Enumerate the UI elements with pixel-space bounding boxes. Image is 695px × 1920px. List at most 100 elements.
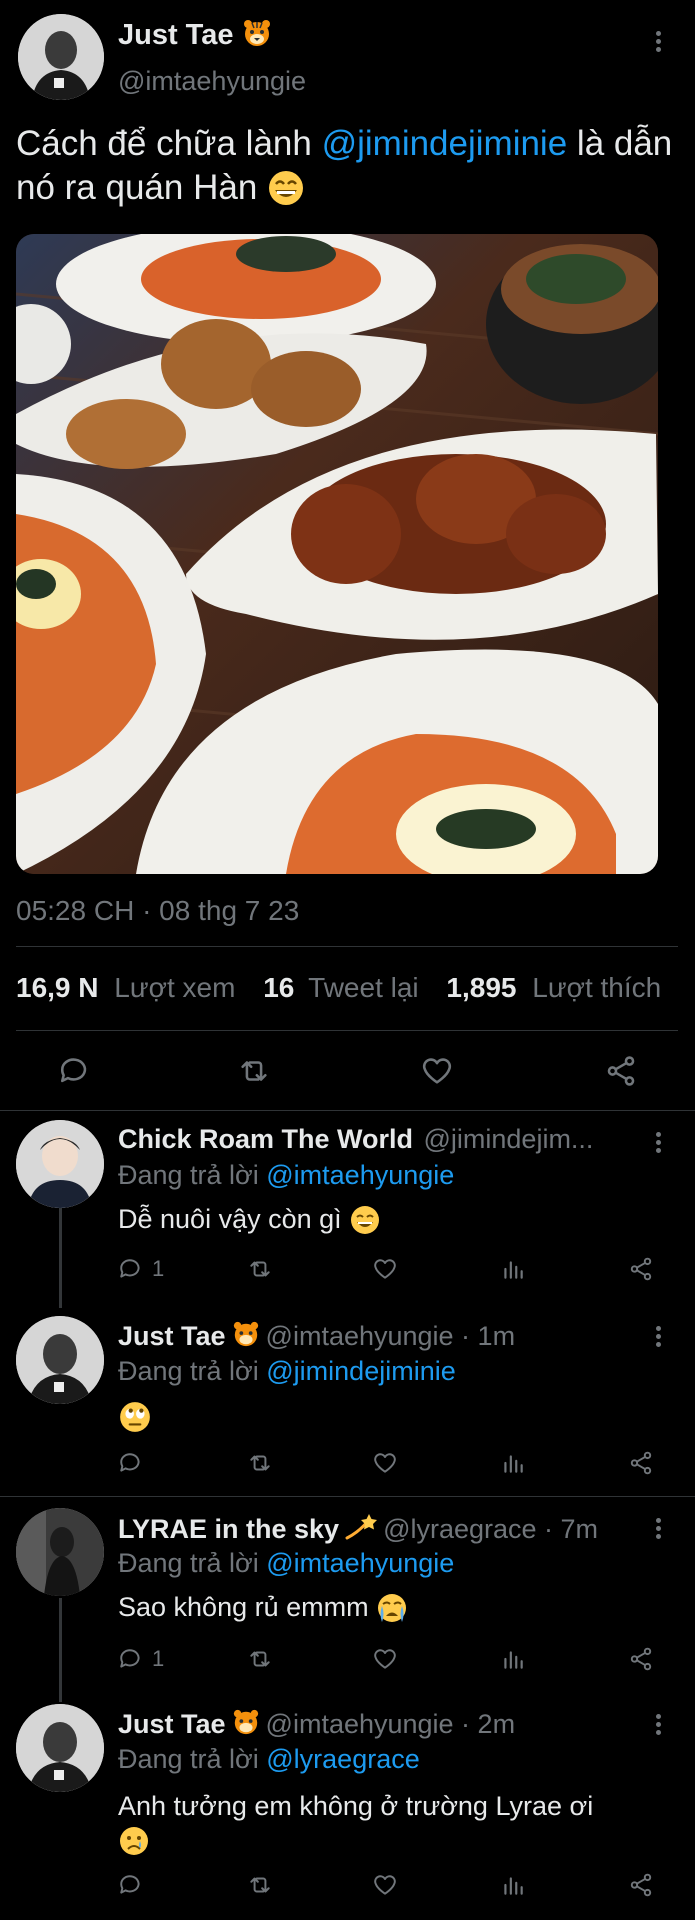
share-icon[interactable]	[628, 1646, 654, 1672]
tweet-timestamp[interactable]: 05:28 CH · 08 thg 7 23	[16, 895, 299, 927]
replying-to: Đang trả lời @imtaehyungie	[118, 1548, 454, 1579]
like-icon[interactable]	[420, 1054, 454, 1088]
share-action[interactable]	[628, 1256, 654, 1282]
replying-to: Đang trả lời @jimindejiminie	[118, 1356, 456, 1387]
grinning-face-icon	[267, 168, 305, 212]
reply-action[interactable]	[118, 1450, 152, 1476]
analytics-action[interactable]	[500, 1450, 526, 1476]
handle[interactable]: @lyraegrace · 7m	[383, 1514, 598, 1545]
avatar[interactable]	[16, 1508, 104, 1596]
retweets-stat[interactable]: 16 Tweet lại	[263, 972, 426, 1003]
like-icon[interactable]	[372, 1872, 398, 1898]
tiger-face-icon	[232, 1320, 260, 1353]
tweet-image[interactable]	[16, 234, 658, 874]
reply-count: 1	[152, 1646, 165, 1671]
analytics-icon[interactable]	[500, 1646, 526, 1672]
like-action[interactable]	[372, 1646, 398, 1672]
reply-text: Sao không rủ emmm	[118, 1592, 408, 1625]
share-icon[interactable]	[628, 1256, 654, 1282]
replying-to-label: Đang trả lời	[118, 1548, 267, 1578]
display-name[interactable]: Just Tae	[118, 1321, 226, 1352]
retweet-icon[interactable]	[246, 1256, 274, 1282]
display-name[interactable]: Just Tae	[118, 19, 234, 52]
dizzy-star-icon	[345, 1512, 378, 1547]
retweet-icon[interactable]	[246, 1872, 274, 1898]
reply-icon[interactable]	[118, 1450, 144, 1476]
analytics-action[interactable]	[500, 1646, 526, 1672]
share-action[interactable]	[628, 1646, 654, 1672]
retweet-action[interactable]	[246, 1872, 274, 1898]
replying-to-link[interactable]: @imtaehyungie	[266, 1548, 454, 1578]
display-name[interactable]: Just Tae	[118, 1709, 226, 1740]
analytics-icon[interactable]	[500, 1450, 526, 1476]
replying-to: Đang trả lời @imtaehyungie	[118, 1160, 454, 1191]
share-action[interactable]	[628, 1450, 654, 1476]
tiger-face-icon	[232, 1708, 260, 1741]
reply-text: Anh tưởng em không ở trường Lyrae ơi	[118, 1788, 658, 1862]
like-icon[interactable]	[372, 1646, 398, 1672]
analytics-action[interactable]	[500, 1872, 526, 1898]
avatar[interactable]	[16, 1704, 104, 1792]
replying-to-label: Đang trả lời	[118, 1160, 267, 1190]
retweet-icon[interactable]	[236, 1054, 272, 1088]
display-name[interactable]: Chick Roam The World	[118, 1124, 413, 1154]
reply-text: Dễ nuôi vậy còn gì	[118, 1204, 381, 1237]
more-options-icon[interactable]	[656, 1132, 662, 1156]
retweet-action[interactable]	[246, 1646, 274, 1672]
sad-tear-face-icon	[118, 1825, 150, 1862]
like-icon[interactable]	[372, 1450, 398, 1476]
more-options-icon[interactable]	[656, 1518, 662, 1542]
like-icon[interactable]	[372, 1256, 398, 1282]
like-action[interactable]	[372, 1872, 398, 1898]
reply-text-content: Anh tưởng em không ở trường Lyrae ơi	[118, 1791, 594, 1821]
retweets-label: Tweet lại	[308, 972, 419, 1003]
display-name[interactable]: LYRAE in the sky	[118, 1514, 339, 1545]
mention-link[interactable]: @jimindejiminie	[322, 124, 568, 163]
replying-to-link[interactable]: @lyraegrace	[266, 1744, 419, 1774]
share-icon[interactable]	[604, 1054, 638, 1088]
handle[interactable]: @imtaehyungie · 1m	[266, 1321, 516, 1352]
handle[interactable]: @imtaehyungie · 2m	[266, 1709, 516, 1740]
analytics-action[interactable]	[500, 1256, 526, 1282]
retweet-icon[interactable]	[246, 1450, 274, 1476]
views-stat[interactable]: 16,9 N Lượt xem	[16, 972, 243, 1003]
reply-action[interactable]	[118, 1872, 152, 1898]
reply-action[interactable]: 1	[118, 1646, 164, 1672]
korean-food-photo-icon	[16, 234, 658, 874]
likes-stat[interactable]: 1,895 Lượt thích	[446, 972, 661, 1003]
like-action[interactable]	[372, 1256, 398, 1282]
reply-icon[interactable]	[118, 1256, 144, 1282]
replying-to-label: Đang trả lời	[118, 1744, 267, 1774]
retweet-icon[interactable]	[246, 1646, 274, 1672]
more-options-icon[interactable]	[656, 1326, 662, 1350]
crying-face-icon	[376, 1592, 408, 1625]
like-action[interactable]	[372, 1450, 398, 1476]
retweet-action[interactable]	[246, 1450, 274, 1476]
replying-to-link[interactable]: @imtaehyungie	[266, 1160, 454, 1190]
share-icon[interactable]	[628, 1450, 654, 1476]
handle[interactable]: @imtaehyungie	[118, 66, 306, 97]
retweet-action[interactable]	[246, 1256, 274, 1282]
tweet-text-part1: Cách để chữa lành	[16, 124, 322, 163]
reply-icon[interactable]	[58, 1054, 92, 1088]
avatar[interactable]	[18, 14, 104, 100]
reply-icon[interactable]	[118, 1646, 144, 1672]
more-options-icon[interactable]	[656, 31, 662, 55]
avatar[interactable]	[16, 1120, 104, 1208]
retweets-count: 16	[263, 972, 295, 1003]
share-icon[interactable]	[628, 1872, 654, 1898]
replying-to: Đang trả lời @lyraegrace	[118, 1744, 420, 1775]
analytics-icon[interactable]	[500, 1256, 526, 1282]
reply-action[interactable]: 1	[118, 1256, 164, 1282]
avatar[interactable]	[16, 1316, 104, 1404]
reply-icon[interactable]	[118, 1872, 144, 1898]
handle[interactable]: @jimindejim...	[424, 1124, 594, 1154]
tweet-stats: 16,9 N Lượt xem 16 Tweet lại 1,895 Lượt …	[16, 972, 661, 1004]
views-label: Lượt xem	[114, 972, 236, 1003]
reply-text-content: Dễ nuôi vậy còn gì	[118, 1204, 342, 1234]
likes-count: 1,895	[446, 972, 517, 1003]
share-action[interactable]	[628, 1872, 654, 1898]
replying-to-link[interactable]: @jimindejiminie	[266, 1356, 455, 1386]
analytics-icon[interactable]	[500, 1872, 526, 1898]
more-options-icon[interactable]	[656, 1714, 662, 1738]
